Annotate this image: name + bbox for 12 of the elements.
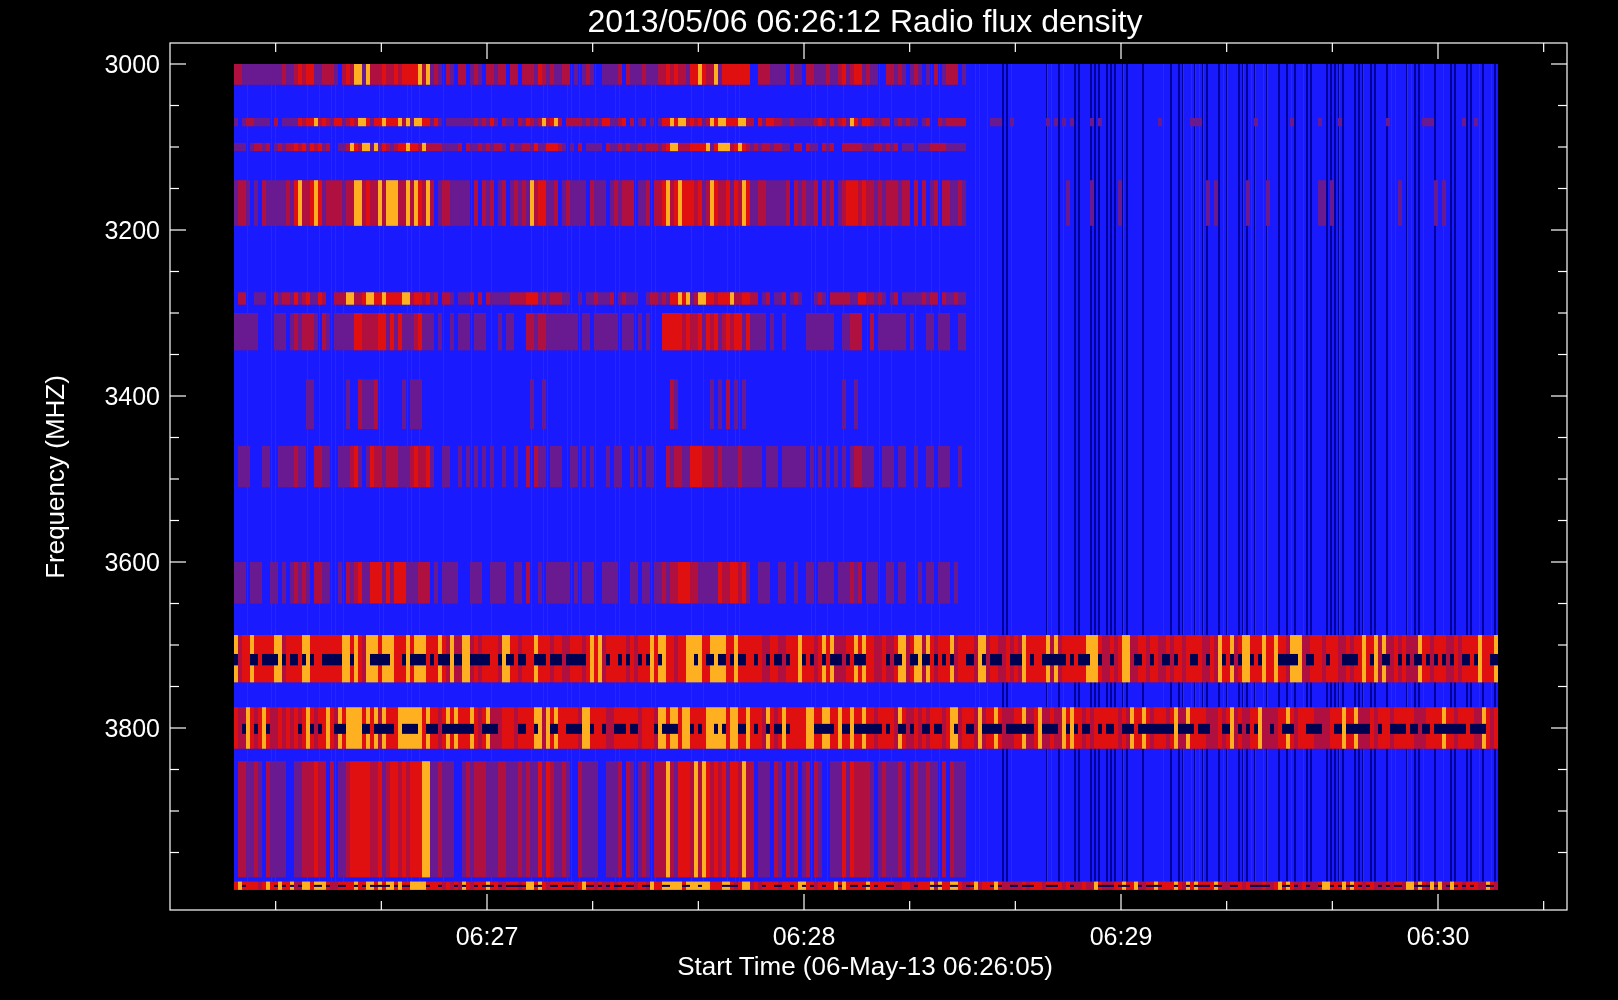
- y-tick-label: 3200: [104, 216, 160, 244]
- y-tick-label: 3600: [104, 548, 160, 576]
- y-tick-label: 3800: [104, 714, 160, 742]
- y-axis-title: Frequency (MHZ): [40, 375, 70, 579]
- x-axis-title: Start Time (06-May-13 06:26:05): [677, 951, 1053, 981]
- x-tick-label: 06:30: [1406, 922, 1470, 950]
- y-tick-label: 3000: [104, 50, 160, 78]
- y-tick-label: 3400: [104, 382, 160, 410]
- x-tick-label: 06:27: [455, 922, 519, 950]
- x-tick-label: 06:28: [772, 922, 836, 950]
- x-tick-label: 06:29: [1089, 922, 1153, 950]
- chart-title: 2013/05/06 06:26:12 Radio flux density: [587, 3, 1143, 39]
